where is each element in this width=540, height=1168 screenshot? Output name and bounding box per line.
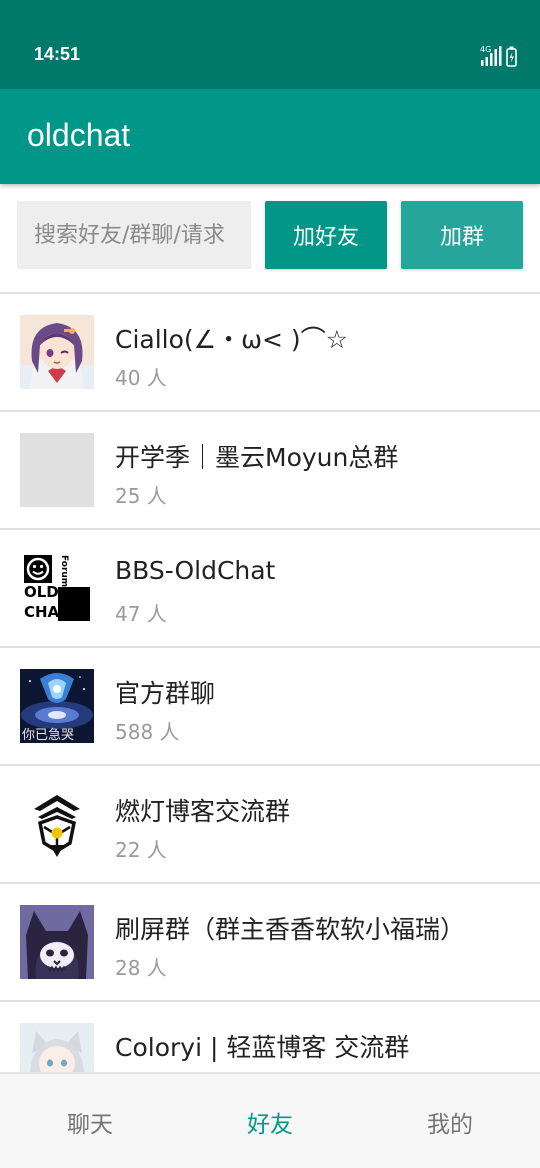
search-row: 加好友 加群 [0, 184, 540, 293]
nav-chat[interactable]: 聊天 [0, 1074, 180, 1168]
list-item[interactable]: Ciallo(∠・ω< )⌒☆ 40 人 [0, 294, 540, 412]
group-name: 官方群聊 [115, 679, 216, 708]
app-bar: oldchat [0, 89, 540, 184]
avatar-text: OLD [24, 583, 59, 601]
add-friend-button[interactable]: 加好友 [265, 201, 387, 269]
member-count: 47 人 [115, 602, 167, 626]
group-name: 刷屏群（群主香香软软小福瑞） [115, 915, 466, 944]
group-name: 开学季｜墨云Moyun总群 [115, 443, 399, 472]
signal-icon: 4G [480, 45, 517, 67]
furry-avatar [20, 905, 94, 979]
list-item[interactable]: Forum OLD CHAT BBS-OldChat 47 人 [0, 530, 540, 648]
member-count: 588 人 [115, 720, 180, 744]
status-icons: 4G [480, 44, 520, 67]
status-bar: 14:51 4G [0, 0, 540, 89]
blank-avatar [20, 433, 94, 507]
network-type-label: 4G [480, 45, 491, 54]
member-count: 28 人 [115, 956, 167, 980]
list-item[interactable]: 燃灯博客交流群 22 人 [0, 766, 540, 884]
group-name: BBS-OldChat [115, 556, 276, 585]
member-count: 25 人 [115, 484, 167, 508]
search-input[interactable] [17, 201, 251, 269]
oldchat-logo-avatar: Forum OLD CHAT [20, 551, 94, 625]
cat-girl-avatar [20, 1023, 94, 1072]
avatar-text: CHAT [24, 603, 69, 621]
group-name: Coloryi | 轻蓝博客 交流群 [115, 1033, 410, 1062]
nav-friends[interactable]: 好友 [180, 1074, 360, 1168]
galaxy-avatar: 你已急哭 [20, 669, 94, 743]
avatar-text: 你已急哭 [22, 728, 74, 743]
group-name: Ciallo(∠・ω< )⌒☆ [115, 325, 349, 354]
member-count: 22 人 [115, 838, 167, 862]
bottom-nav: 聊天 好友 我的 [0, 1072, 540, 1168]
group-name: 燃灯博客交流群 [115, 797, 291, 826]
emblem-avatar [20, 787, 94, 861]
avatar-text: Forum [59, 555, 69, 587]
nav-me[interactable]: 我的 [360, 1074, 540, 1168]
list-item[interactable]: 开学季｜墨云Moyun总群 25 人 [0, 412, 540, 530]
status-time: 14:51 [34, 44, 81, 64]
add-group-button[interactable]: 加群 [401, 201, 523, 269]
anime-girl-avatar [20, 315, 94, 389]
list-item[interactable]: 刷屏群（群主香香软软小福瑞） 28 人 [0, 884, 540, 1002]
list-item[interactable]: Coloryi | 轻蓝博客 交流群 [0, 1002, 540, 1072]
app-root: 14:51 4G oldchat 加好友 加群 [0, 0, 540, 1168]
group-list[interactable]: Ciallo(∠・ω< )⌒☆ 40 人 开学季｜墨云Moyun总群 25 人 … [0, 294, 540, 1072]
member-count: 40 人 [115, 366, 167, 390]
app-title: oldchat [27, 117, 131, 153]
list-item[interactable]: 你已急哭 官方群聊 588 人 [0, 648, 540, 766]
